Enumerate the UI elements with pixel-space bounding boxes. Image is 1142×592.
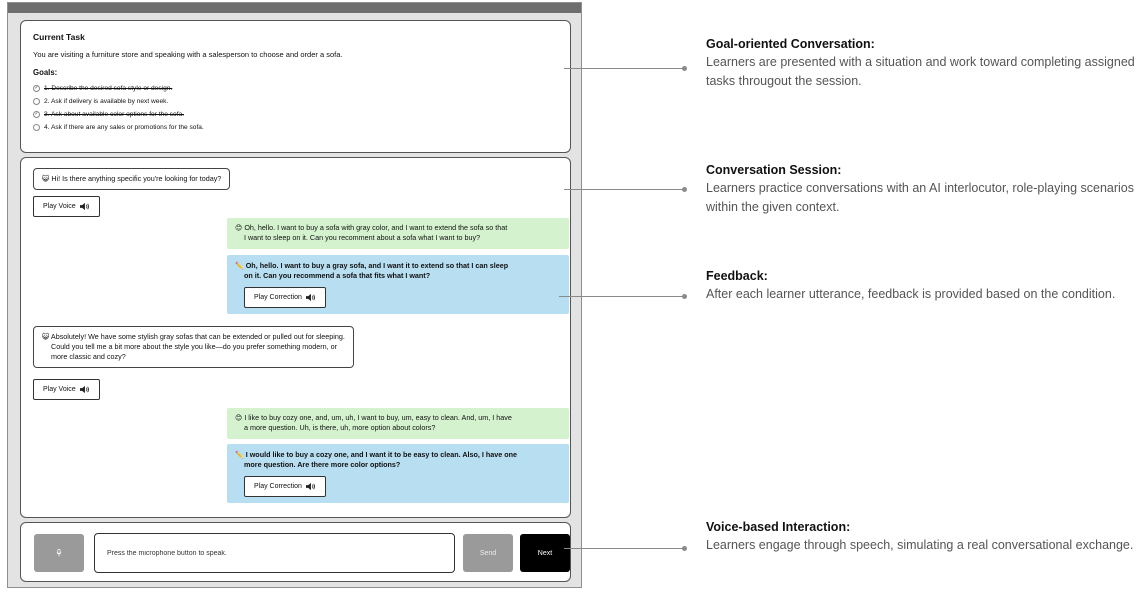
goal-done-check-icon: ✓ — [33, 84, 40, 92]
goal-text: 1. Describe the desired sofa style or de… — [44, 84, 173, 92]
speaker-icon — [305, 482, 315, 491]
goal-text: 3. Ask about available color options for… — [44, 110, 185, 118]
speaker-icon — [79, 385, 89, 394]
goals-title: Goals: — [33, 68, 58, 77]
ai-message-line: more classic and cozy? — [51, 352, 126, 361]
next-button[interactable]: Next — [520, 534, 570, 572]
annotation-dot — [682, 66, 687, 71]
play-voice-label: Play Voice — [43, 203, 76, 210]
correction-line: more question. Are there more color opti… — [244, 460, 401, 469]
microphone-button[interactable] — [34, 534, 84, 572]
play-voice-button[interactable]: Play Voice — [33, 196, 100, 217]
ai-message-text: Hi! Is there anything specific you're lo… — [51, 174, 222, 183]
send-button[interactable]: Send — [463, 534, 513, 572]
learner-message: 😊 I like to buy cozy one, and, um, uh, I… — [227, 408, 569, 439]
correction-line: Oh, hello. I want to buy a gray sofa, an… — [245, 261, 509, 270]
annotation-text: Learners engage through speech, simulati… — [706, 538, 1134, 552]
correction-line: I would like to buy a cozy one, and I wa… — [245, 450, 518, 459]
annotation-title: Feedback: — [706, 269, 768, 283]
task-description: You are visiting a furniture store and s… — [33, 50, 343, 59]
pencil-icon: ✏️ — [235, 451, 244, 459]
smiling-face-icon: 😊 — [235, 414, 243, 422]
goal-pending-circle-icon — [33, 97, 40, 105]
ai-message: 😺 Hi! Is there anything specific you're … — [33, 168, 231, 190]
annotation-leader-line — [564, 548, 684, 549]
annotation-dot — [682, 187, 687, 192]
annotation-dot — [682, 294, 687, 299]
annotation-leader-line — [564, 68, 684, 69]
goal-text: 4. Ask if there are any sales or promoti… — [44, 123, 204, 131]
learner-message: 😊 Oh, hello. I want to buy a sofa with g… — [227, 218, 569, 249]
goals-list: ✓ 1. Describe the desired sofa style or … — [33, 83, 558, 132]
conversation-panel[interactable]: 😺 Hi! Is there anything specific you're … — [20, 157, 571, 518]
feedback-correction: ✏️ Oh, hello. I want to buy a gray sofa,… — [227, 255, 569, 314]
learner-message-line: I like to buy cozy one, and, um, uh, I w… — [244, 413, 512, 422]
annotation-dot — [682, 546, 687, 551]
play-voice-label: Play Voice — [43, 386, 76, 393]
annotation-conversation-session: Conversation Session: Learners practice … — [706, 162, 1136, 217]
learner-message-line: Oh, hello. I want to buy a sofa with gra… — [244, 223, 508, 232]
annotation-text: Learners practice conversations with an … — [706, 181, 1134, 214]
correction-line: on it. Can you recommend a sofa that fit… — [244, 271, 431, 280]
annotation-goal-oriented: Goal-oriented Conversation: Learners are… — [706, 36, 1136, 91]
play-voice-button[interactable]: Play Voice — [33, 379, 100, 400]
task-title: Current Task — [33, 32, 85, 42]
window-top-bar — [8, 3, 581, 13]
speech-transcript-input[interactable] — [94, 533, 455, 573]
learner-message-line: a more question. Uh, is there, uh, more … — [244, 423, 436, 432]
play-correction-button[interactable]: Play Correction — [244, 287, 326, 308]
goal-item: 2. Ask if delivery is available by next … — [33, 96, 558, 106]
app-window: Current Task You are visiting a furnitur… — [7, 2, 582, 588]
goal-item: ✓ 3. Ask about available color options f… — [33, 109, 558, 119]
cat-emoji-icon: 😺 — [42, 333, 50, 341]
current-task-panel: Current Task You are visiting a furnitur… — [20, 20, 571, 153]
goal-pending-circle-icon — [33, 123, 40, 131]
goal-item: 4. Ask if there are any sales or promoti… — [33, 122, 558, 132]
annotation-title: Goal-oriented Conversation: — [706, 37, 875, 51]
play-correction-label: Play Correction — [254, 483, 302, 490]
ai-message-line: Absolutely! We have some stylish gray so… — [50, 332, 345, 341]
goal-item: ✓ 1. Describe the desired sofa style or … — [33, 83, 558, 93]
goal-done-check-icon: ✓ — [33, 110, 40, 118]
ai-message: 😺 Absolutely! We have some stylish gray … — [33, 326, 354, 368]
voice-input-bar: Send Next — [20, 522, 571, 582]
annotation-leader-line — [559, 296, 684, 297]
pencil-icon: ✏️ — [235, 262, 244, 270]
ai-message-line: Could you tell me a bit more about the s… — [51, 342, 338, 351]
feedback-correction: ✏️ I would like to buy a cozy one, and I… — [227, 444, 569, 503]
annotation-feedback: Feedback: After each learner utterance, … — [706, 268, 1136, 304]
annotation-title: Voice-based Interaction: — [706, 520, 851, 534]
microphone-icon — [56, 549, 62, 557]
annotation-title: Conversation Session: — [706, 163, 842, 177]
speaker-icon — [305, 293, 315, 302]
learner-message-line: I want to sleep on it. Can you recomment… — [244, 233, 481, 242]
annotation-text: After each learner utterance, feedback i… — [706, 287, 1116, 301]
goal-text: 2. Ask if delivery is available by next … — [44, 97, 169, 105]
play-correction-label: Play Correction — [254, 294, 302, 301]
annotation-leader-line — [564, 189, 684, 190]
smiling-face-icon: 😊 — [235, 224, 243, 232]
annotation-voice-interaction: Voice-based Interaction: Learners engage… — [706, 519, 1136, 555]
play-correction-button[interactable]: Play Correction — [244, 476, 326, 497]
speaker-icon — [79, 202, 89, 211]
cat-emoji-icon: 😺 — [42, 175, 50, 183]
annotation-text: Learners are presented with a situation … — [706, 55, 1135, 88]
